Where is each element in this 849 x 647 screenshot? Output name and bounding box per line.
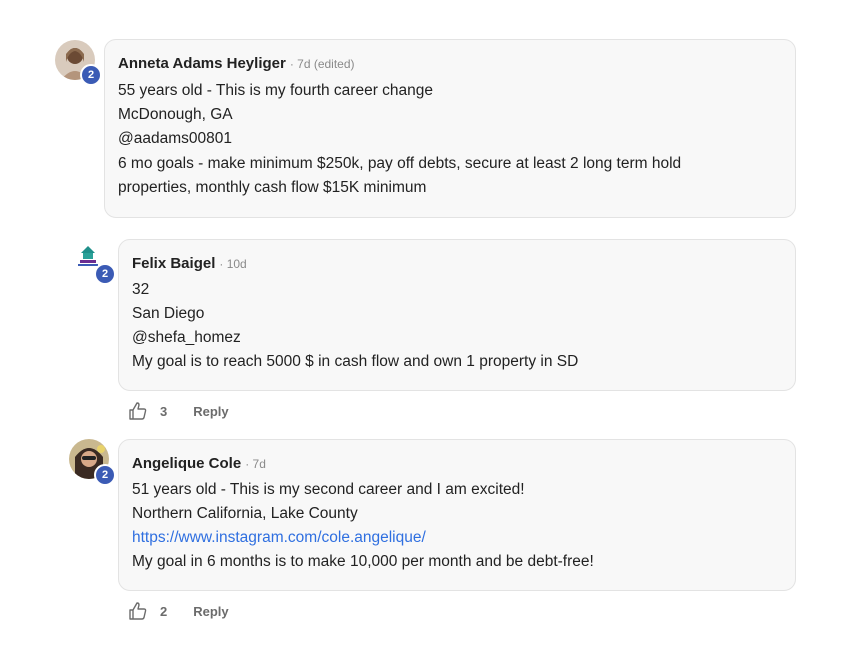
comment-text-line: @aadams00801 — [118, 130, 232, 147]
thumbs-up-icon — [129, 402, 147, 420]
comment-actions: 3 Reply — [128, 401, 229, 421]
reply-button[interactable]: Reply — [193, 404, 228, 419]
comment-text-line: 51 years old - This is my second career … — [132, 481, 525, 498]
comment-header: Felix Baigel · 10d — [132, 255, 247, 272]
author-name[interactable]: Anneta Adams Heyliger — [118, 55, 286, 72]
comment-text-line: San Diego — [132, 305, 205, 322]
level-badge: 2 — [80, 64, 102, 86]
comment-timestamp: · 7d (edited) — [289, 57, 355, 71]
level-badge: 2 — [94, 263, 116, 285]
comment-text-line: 32 — [132, 281, 150, 298]
reply-button[interactable]: Reply — [193, 604, 228, 619]
thumbs-up-icon — [129, 602, 147, 620]
author-name[interactable]: Felix Baigel — [132, 255, 215, 272]
avatar[interactable]: 2 — [69, 439, 116, 486]
comment-text-line: properties, monthly cash flow $15K minim… — [118, 179, 427, 196]
like-count: 2 — [160, 603, 168, 619]
comment-text-line: My goal is to reach 5000 $ in cash flow … — [132, 353, 579, 370]
comment-timestamp: · 7d — [245, 457, 266, 471]
like-count: 3 — [160, 403, 168, 419]
comment-text-line: Northern California, Lake County — [132, 505, 358, 522]
comment-text-line: My goal in 6 months is to make 10,000 pe… — [132, 553, 594, 570]
avatar[interactable]: 2 — [73, 243, 116, 285]
comment-actions: 2 Reply — [128, 601, 229, 621]
like-button[interactable]: 2 — [128, 601, 167, 621]
comment-header: Angelique Cole · 7d — [132, 455, 266, 472]
instagram-link[interactable]: https://www.instagram.com/cole.angelique… — [132, 529, 426, 547]
comment-text-line: @shefa_homez — [132, 329, 241, 346]
comment-text-line: 55 years old - This is my fourth career … — [118, 82, 434, 99]
author-name[interactable]: Angelique Cole — [132, 455, 241, 472]
comment-header: Anneta Adams Heyliger · 7d (edited) — [118, 55, 355, 72]
comment-text-line: 6 mo goals - make minimum $250k, pay off… — [118, 155, 682, 172]
level-badge: 2 — [94, 464, 116, 486]
comment-timestamp: · 10d — [219, 257, 247, 271]
like-button[interactable]: 3 — [128, 401, 167, 421]
avatar[interactable]: 2 — [55, 40, 102, 86]
comment-text-line: McDonough, GA — [118, 106, 233, 123]
